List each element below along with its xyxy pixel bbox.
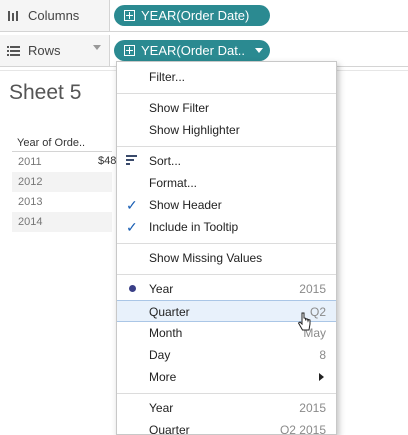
menu-item-format[interactable]: Format... — [117, 172, 336, 193]
menu-item-quarter-continuous[interactable]: Quarter Q2 2015 — [117, 419, 336, 434]
rows-icon — [7, 45, 21, 57]
menu-item-day[interactable]: Day 8 — [117, 344, 336, 365]
column-header[interactable]: Year of Orde.. — [17, 137, 85, 149]
columns-pill[interactable]: YEAR(Order Date) — [114, 5, 270, 26]
expand-plus-icon[interactable] — [124, 10, 135, 21]
columns-pill-label: YEAR(Order Date) — [141, 8, 250, 23]
table-row[interactable]: 2011 — [12, 151, 112, 172]
row-label: 2014 — [18, 216, 43, 228]
pill-context-menu: Filter... Show Filter Show Highlighter S… — [116, 61, 337, 435]
menu-item-show-filter[interactable]: Show Filter — [117, 97, 336, 118]
sort-icon — [126, 155, 137, 165]
menu-item-filter[interactable]: Filter... — [117, 66, 336, 87]
columns-icon — [7, 10, 21, 22]
mouse-cursor-icon — [297, 312, 313, 337]
table-row[interactable]: 2013 — [12, 192, 112, 212]
menu-item-more[interactable]: More — [117, 366, 336, 387]
columns-shelf: Columns YEAR(Order Date) — [0, 0, 408, 32]
menu-item-show-missing-values[interactable]: Show Missing Values — [117, 247, 336, 268]
checkmark-icon: ✓ — [126, 219, 138, 235]
menu-divider — [117, 274, 336, 275]
chevron-down-icon[interactable] — [255, 48, 264, 53]
menu-divider — [117, 146, 336, 147]
row-label: 2012 — [18, 176, 43, 188]
table-row[interactable]: 2014 — [12, 212, 112, 232]
menu-item-show-header[interactable]: ✓ Show Header — [117, 194, 336, 215]
columns-label: Columns — [28, 8, 80, 23]
menu-item-sort[interactable]: Sort... — [117, 150, 336, 171]
menu-divider — [117, 393, 336, 394]
checkmark-icon: ✓ — [126, 197, 138, 213]
expand-plus-icon[interactable] — [124, 45, 135, 56]
row-label: 2011 — [18, 156, 42, 168]
cell-value: $48 — [98, 155, 117, 167]
columns-shelf-label: Columns — [0, 0, 110, 31]
chevron-down-icon[interactable] — [93, 45, 101, 50]
rows-label: Rows — [28, 43, 61, 58]
rows-pill[interactable]: YEAR(Order Dat.. — [114, 40, 270, 61]
menu-item-year-continuous[interactable]: Year 2015 — [117, 397, 336, 418]
menu-divider — [117, 93, 336, 94]
menu-item-show-highlighter[interactable]: Show Highlighter — [117, 119, 336, 140]
sheet-title: Sheet 5 — [9, 81, 82, 104]
rows-shelf-label: Rows — [0, 35, 110, 66]
menu-item-include-in-tooltip[interactable]: ✓ Include in Tooltip — [117, 216, 336, 237]
row-label: 2013 — [18, 196, 43, 208]
table-row[interactable]: 2012 — [12, 172, 112, 192]
menu-item-year[interactable]: Year 2015 — [117, 278, 336, 299]
radio-dot-icon — [129, 285, 136, 292]
rows-pill-label: YEAR(Order Dat.. — [141, 43, 246, 58]
chevron-right-icon — [319, 373, 324, 381]
menu-divider — [117, 243, 336, 244]
